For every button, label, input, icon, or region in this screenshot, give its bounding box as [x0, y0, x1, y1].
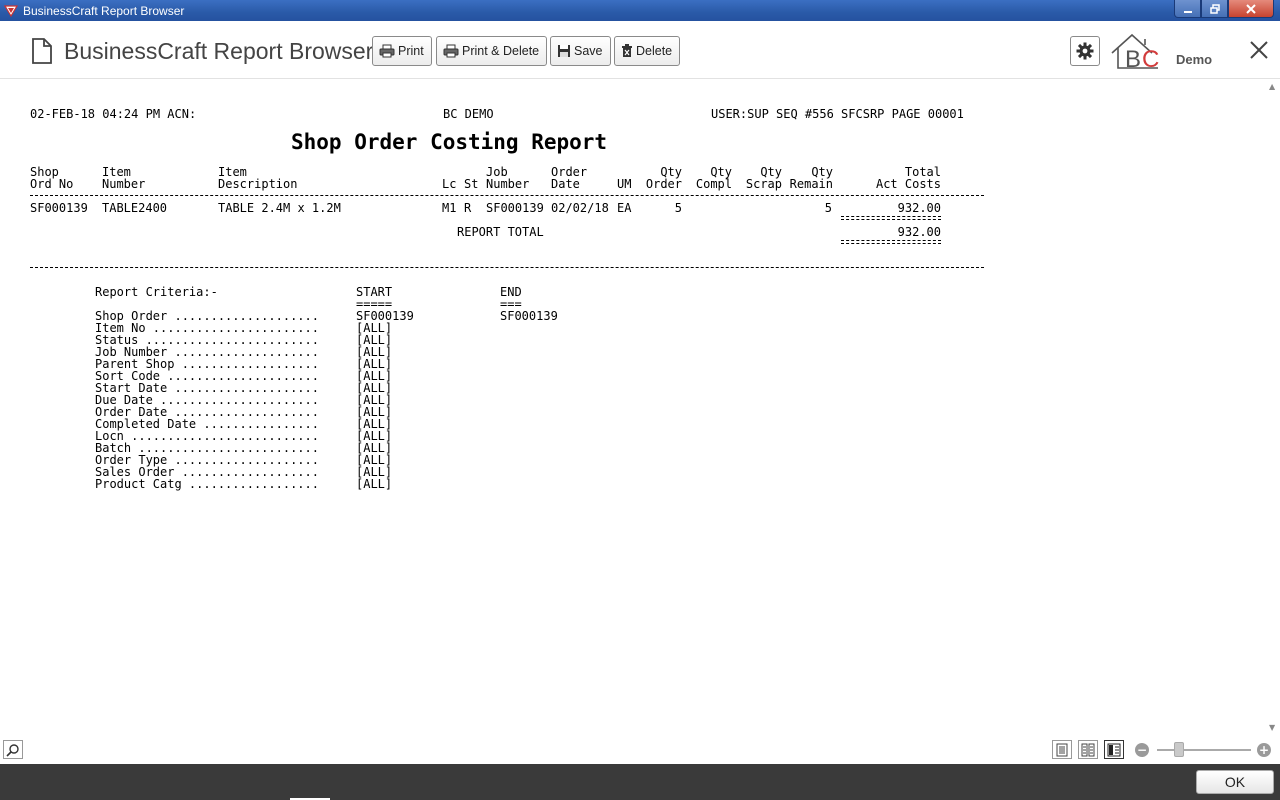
company-label: Demo — [1176, 52, 1213, 67]
col-header-desc-2: Description — [218, 177, 298, 191]
bc-logo-text: B — [1125, 46, 1141, 71]
cell-qty-remain: 5 — [824, 201, 832, 215]
ok-button[interactable]: OK — [1196, 770, 1274, 794]
header-separator — [30, 195, 984, 196]
col-header-job-2: Number — [486, 177, 530, 191]
minimize-button[interactable] — [1174, 0, 1201, 18]
app-title: BusinessCraft Report Browser — [64, 38, 374, 64]
report-title: Shop Order Costing Report — [291, 130, 608, 154]
cell-item-description: TABLE 2.4M x 1.2M — [218, 201, 341, 215]
criteria-label: Product Catg .................. — [95, 477, 319, 491]
scroll-down-icon[interactable]: ▼ — [1269, 723, 1275, 732]
window-close-icon — [1246, 3, 1256, 14]
search-icon — [6, 743, 19, 757]
report-header-left: 02-FEB-18 04:24 PM ACN: — [30, 107, 197, 121]
print-button[interactable]: Print — [372, 36, 432, 66]
zoom-slider[interactable] — [1157, 749, 1251, 751]
bc-logo-icon: B C — [1111, 33, 1159, 71]
col-header-qty-scrap-2: Scrap — [745, 177, 782, 191]
report-view: 02-FEB-18 04:24 PM ACN: BC DEMO USER:SUP… — [0, 80, 1266, 736]
app-icon — [4, 4, 18, 17]
report-end-separator — [30, 267, 984, 268]
criteria-start-value: [ALL] — [356, 477, 393, 491]
col-header-shop-2: Ord No — [30, 177, 74, 191]
window-title: BusinessCraft Report Browser — [23, 3, 185, 18]
cell-lc: M1 — [442, 201, 457, 215]
col-header-qty-compl-2: Compl — [695, 177, 732, 191]
print-label: Print — [398, 44, 424, 58]
gear-icon — [1076, 42, 1094, 60]
report-header-right: USER:SUP SEQ #556 SFCSRP PAGE 00001 — [711, 107, 964, 121]
report-header-center: BC DEMO — [443, 107, 494, 121]
total-double-underline — [841, 240, 941, 244]
document-icon — [32, 38, 52, 64]
col-header-date-2: Date — [551, 177, 580, 191]
cell-order-date: 02/02/18 — [551, 201, 609, 215]
col-header-um: UM — [617, 177, 632, 191]
col-header-lc: Lc — [442, 177, 457, 191]
report-total-value: 932.00 — [897, 225, 941, 239]
col-header-qty-order-2: Order — [645, 177, 682, 191]
vertical-scrollbar[interactable]: ▲ ▼ — [1266, 80, 1280, 736]
toolbar: BusinessCraft Report Browser Print Print… — [0, 21, 1280, 79]
cell-job-number: SF000139 — [486, 201, 544, 215]
search-button[interactable] — [3, 740, 23, 759]
col-header-st: St — [464, 177, 479, 191]
restore-icon — [1209, 3, 1220, 14]
close-icon[interactable] — [1249, 40, 1269, 60]
save-label: Save — [574, 44, 603, 58]
settings-button[interactable] — [1070, 36, 1100, 66]
window-close-button[interactable] — [1228, 0, 1274, 18]
maximize-button[interactable] — [1201, 0, 1228, 18]
zoom-in-button[interactable]: + — [1257, 743, 1271, 757]
window-controls — [1174, 0, 1274, 18]
cell-qty-order: 5 — [674, 201, 682, 215]
zoom-slider-thumb[interactable] — [1173, 742, 1184, 757]
criteria-heading: Report Criteria:- — [95, 285, 218, 299]
printer-icon — [443, 44, 459, 58]
svg-text:C: C — [1142, 46, 1159, 71]
delete-icon — [622, 44, 632, 57]
print-delete-button[interactable]: Print & Delete — [436, 36, 548, 66]
report-total-label: REPORT TOTAL — [457, 225, 544, 239]
continuous-page-icon — [1107, 743, 1121, 756]
single-page-view-button[interactable] — [1052, 740, 1072, 759]
save-button[interactable]: Save — [550, 36, 611, 66]
print-delete-label: Print & Delete — [462, 44, 540, 58]
col-header-item-2: Number — [102, 177, 146, 191]
cell-st: R — [464, 201, 472, 215]
two-page-view-button[interactable] — [1078, 740, 1098, 759]
cell-total-act-costs: 932.00 — [897, 201, 941, 215]
minimize-icon — [1183, 10, 1192, 13]
criteria-end-value: SF000139 — [500, 309, 558, 323]
window-titlebar: BusinessCraft Report Browser — [0, 0, 1280, 21]
cell-shop-ord-no: SF000139 — [30, 201, 88, 215]
view-controls: − + — [0, 736, 1280, 764]
zoom-out-button[interactable]: − — [1135, 743, 1149, 757]
save-icon — [558, 45, 570, 57]
scroll-up-icon[interactable]: ▲ — [1269, 82, 1275, 91]
single-page-icon — [1056, 743, 1068, 756]
status-bar: OK — [0, 764, 1280, 800]
delete-button[interactable]: Delete — [614, 36, 681, 66]
total-underline — [841, 216, 941, 220]
col-header-qty-remain-2: Remain — [789, 177, 833, 191]
continuous-view-button[interactable] — [1104, 740, 1124, 759]
printer-icon — [379, 44, 395, 58]
col-header-total-2: Act Costs — [875, 177, 941, 191]
cell-item-number: TABLE2400 — [102, 201, 168, 215]
cell-um: EA — [617, 201, 632, 215]
two-page-icon — [1081, 743, 1095, 756]
delete-label: Delete — [636, 44, 673, 58]
